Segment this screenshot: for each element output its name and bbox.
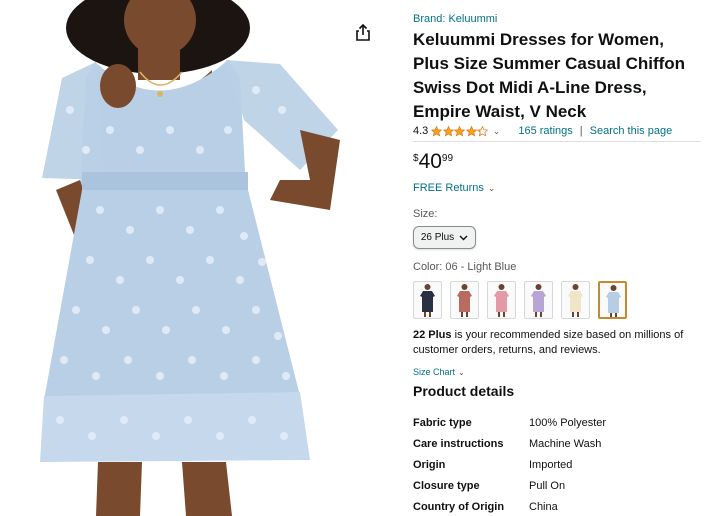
spec-key: Origin [413,458,446,471]
chevron-down-icon: ⌄ [487,183,496,193]
color-swatch-lavender[interactable] [524,281,553,319]
separator: | [579,125,583,137]
spec-value: Machine Wash [529,437,602,450]
color-swatch-cream[interactable] [561,281,590,319]
color-swatch-pink[interactable] [487,281,516,319]
spec-value: Imported [529,458,573,471]
size-label: Size: [413,208,438,220]
color-swatch-light-blue[interactable] [598,281,627,319]
color-label: Color: 06 - Light Blue [413,261,517,273]
spec-row: Origin Imported [413,454,703,475]
spec-row: Country of Origin China [413,496,703,516]
size-chart-label: Size Chart [413,367,456,377]
product-main-image[interactable] [0,0,384,516]
recommendation-text: is your recommended size based on millio… [413,329,684,356]
price: $ 40 99 [413,150,453,174]
color-swatch-navy[interactable] [413,281,442,319]
spec-row: Fabric type 100% Polyester [413,412,703,433]
color-swatch-rust[interactable] [450,281,479,319]
spec-key: Country of Origin [413,500,505,513]
spec-key: Closure type [413,479,480,492]
size-dropdown[interactable]: 26 Plus [413,226,476,249]
star-rating[interactable] [431,125,489,137]
share-icon [356,23,370,41]
swatch-dress-image [457,284,472,317]
swatch-dress-image [606,285,621,317]
chevron-down-icon[interactable]: ⌄ [493,126,501,137]
share-button[interactable] [352,22,374,44]
recommended-size: 22 Plus [413,329,452,341]
chevron-down-icon [459,235,468,240]
spec-key: Care instructions [413,437,504,450]
rating-row: 4.3 ⌄ 165 ratings | Search this page [413,123,703,139]
color-swatches [413,281,635,319]
star-icon [431,125,443,136]
spec-key: Fabric type [413,416,472,429]
swatch-dress-image [568,284,583,317]
ratings-count-link[interactable]: 165 ratings [518,125,572,137]
spec-value: 100% Polyester [529,416,607,429]
star-icon [477,125,489,136]
star-icon [454,125,466,136]
rating-value: 4.3 [413,125,429,137]
star-icon [442,125,454,136]
brand-link[interactable]: Brand: Keluummi [413,13,497,25]
price-whole: 40 [418,150,442,173]
swatch-dress-image [494,284,509,317]
divider [413,141,701,142]
price-fraction: 99 [441,153,454,164]
spec-value: China [529,500,558,513]
product-details-heading: Product details [413,383,515,399]
search-this-page-link[interactable]: Search this page [590,125,673,137]
product-title: Keluummi Dresses for Women, Plus Size Su… [413,30,686,121]
swatch-dress-image [531,284,546,317]
free-returns-label: FREE Returns [413,182,484,194]
size-selected-value: 26 Plus [420,232,455,243]
star-icon [465,125,477,136]
free-returns-link[interactable]: FREE Returns ⌄ [413,182,495,194]
spec-row: Closure type Pull On [413,475,703,496]
size-recommendation: 22 Plus is your recommended size based o… [413,328,698,358]
chevron-down-icon: ⌄ [458,368,465,377]
spec-value: Pull On [529,479,566,492]
swatch-dress-image [420,284,435,317]
dress-model-image [40,0,340,516]
spec-row: Care instructions Machine Wash [413,433,703,454]
size-chart-link[interactable]: Size Chart ⌄ [413,367,465,377]
product-specs-table: Fabric type 100% Polyester Care instructi… [413,412,703,516]
